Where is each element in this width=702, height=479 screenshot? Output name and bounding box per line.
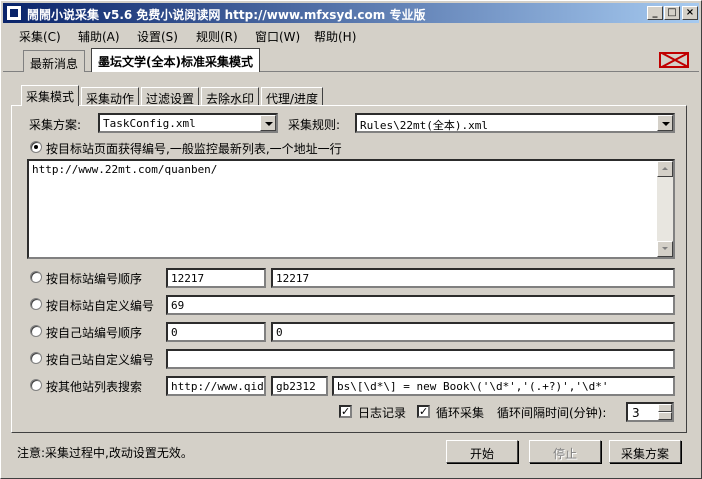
tab-collect-mode[interactable]: 采集模式 bbox=[21, 85, 80, 106]
log-checkbox[interactable]: ✓ bbox=[339, 405, 352, 418]
menu-assist[interactable]: 辅助(A) bbox=[78, 28, 120, 45]
close-button[interactable]: × bbox=[682, 6, 698, 20]
spin-up-icon[interactable] bbox=[658, 404, 672, 412]
interval-value: 3 bbox=[632, 406, 640, 420]
loop-checkbox[interactable]: ✓ bbox=[417, 405, 430, 418]
tab-filter-settings[interactable]: 过滤设置 bbox=[141, 87, 200, 106]
scroll-down-icon[interactable] bbox=[657, 241, 673, 257]
rule-select-value: Rules\22mt(全本).xml bbox=[360, 119, 488, 132]
own-seq-from-input[interactable]: 0 bbox=[166, 322, 266, 342]
scroll-up-icon[interactable] bbox=[657, 161, 673, 177]
menu-bar: 采集(C) 辅助(A) 设置(S) 规则(R) 窗口(W) 帮助(H) bbox=[3, 24, 699, 46]
chevron-down-icon[interactable] bbox=[260, 115, 276, 131]
list-urls-textarea[interactable]: http://www.22mt.com/quanben/ bbox=[27, 159, 675, 259]
scheme-label: 采集方案: bbox=[29, 118, 82, 132]
menu-collect[interactable]: 采集(C) bbox=[19, 28, 61, 45]
stop-button[interactable]: 停止 bbox=[529, 440, 601, 463]
spin-down-icon[interactable] bbox=[658, 412, 672, 420]
log-label: 日志记录 bbox=[358, 406, 407, 420]
app-window: 鬧鬧小说采集 v5.6 免费小说阅读网 http://www.mfxsyd.co… bbox=[0, 0, 702, 479]
other-search-label: 按其他站列表搜索 bbox=[46, 380, 143, 394]
maximize-button[interactable]: □ bbox=[664, 6, 680, 20]
other-search-encoding-input[interactable]: gb2312 bbox=[271, 376, 328, 396]
close-tab-icon[interactable] bbox=[659, 52, 689, 68]
radio-other-search[interactable] bbox=[30, 379, 42, 391]
interval-spinner[interactable]: 3 bbox=[626, 402, 674, 422]
radio-target-custom[interactable] bbox=[30, 298, 42, 310]
footer-note: 注意:采集过程中,改动设置无效。 bbox=[17, 446, 193, 460]
target-custom-input[interactable]: 69 bbox=[166, 295, 675, 315]
radio-own-custom[interactable] bbox=[30, 352, 42, 364]
radio-target-seq[interactable] bbox=[30, 271, 42, 283]
title-bar[interactable]: 鬧鬧小说采集 v5.6 免费小说阅读网 http://www.mfxsyd.co… bbox=[3, 3, 699, 23]
window-title: 鬧鬧小说采集 v5.6 免费小说阅读网 http://www.mfxsyd.co… bbox=[27, 8, 426, 22]
menu-window[interactable]: 窗口(W) bbox=[255, 28, 300, 45]
own-custom-input[interactable] bbox=[166, 349, 675, 369]
menu-rules[interactable]: 规则(R) bbox=[196, 28, 238, 45]
scheme-select-value: TaskConfig.xml bbox=[103, 117, 196, 130]
target-seq-from-input[interactable]: 12217 bbox=[166, 268, 266, 288]
target-custom-label: 按目标站自定义编号 bbox=[46, 299, 155, 313]
doc-tab-22mt[interactable]: 墨坛文学(全本)标准采集模式 bbox=[91, 48, 260, 72]
target-seq-label: 按目标站编号顺序 bbox=[46, 272, 143, 286]
loop-label: 循环采集 bbox=[436, 406, 485, 420]
menu-settings[interactable]: 设置(S) bbox=[137, 28, 178, 45]
menu-help[interactable]: 帮助(H) bbox=[314, 28, 356, 45]
radio-own-seq[interactable] bbox=[30, 325, 42, 337]
other-search-url-input[interactable]: http://www.qidia bbox=[166, 376, 266, 396]
chevron-down-icon[interactable] bbox=[657, 115, 673, 131]
textarea-scrollbar[interactable] bbox=[657, 161, 673, 257]
app-icon bbox=[6, 5, 22, 21]
list-mode-label: 按目标站页面获得编号,一般监控最新列表,一个地址一行 bbox=[46, 142, 342, 156]
list-urls-text: http://www.22mt.com/quanben/ bbox=[32, 163, 218, 176]
rule-label: 采集规则: bbox=[288, 118, 341, 132]
doc-tab-news[interactable]: 最新消息 bbox=[23, 50, 86, 72]
start-button[interactable]: 开始 bbox=[446, 440, 518, 463]
scheme-select[interactable]: TaskConfig.xml bbox=[98, 113, 278, 133]
scheme-button[interactable]: 采集方案 bbox=[609, 440, 681, 463]
tab-collect-action[interactable]: 采集动作 bbox=[81, 87, 140, 106]
tab-proxy-progress[interactable]: 代理/进度 bbox=[261, 87, 324, 106]
own-seq-to-input[interactable]: 0 bbox=[271, 322, 675, 342]
minimize-button[interactable]: _ bbox=[647, 6, 663, 20]
other-search-regex-input[interactable]: bs\[\d*\] = new Book\('\d*','(.+?)','\d*… bbox=[332, 376, 675, 396]
document-tab-bar: 最新消息 墨坛文学(全本)标准采集模式 bbox=[3, 48, 699, 72]
target-seq-to-input[interactable]: 12217 bbox=[271, 268, 675, 288]
rule-select[interactable]: Rules\22mt(全本).xml bbox=[355, 113, 675, 133]
radio-list-mode[interactable] bbox=[30, 141, 42, 153]
own-custom-label: 按自己站自定义编号 bbox=[46, 353, 155, 367]
interval-label: 循环间隔时间(分钟): bbox=[497, 406, 607, 420]
tab-remove-watermark[interactable]: 去除水印 bbox=[201, 87, 260, 106]
own-seq-label: 按自己站编号顺序 bbox=[46, 326, 143, 340]
